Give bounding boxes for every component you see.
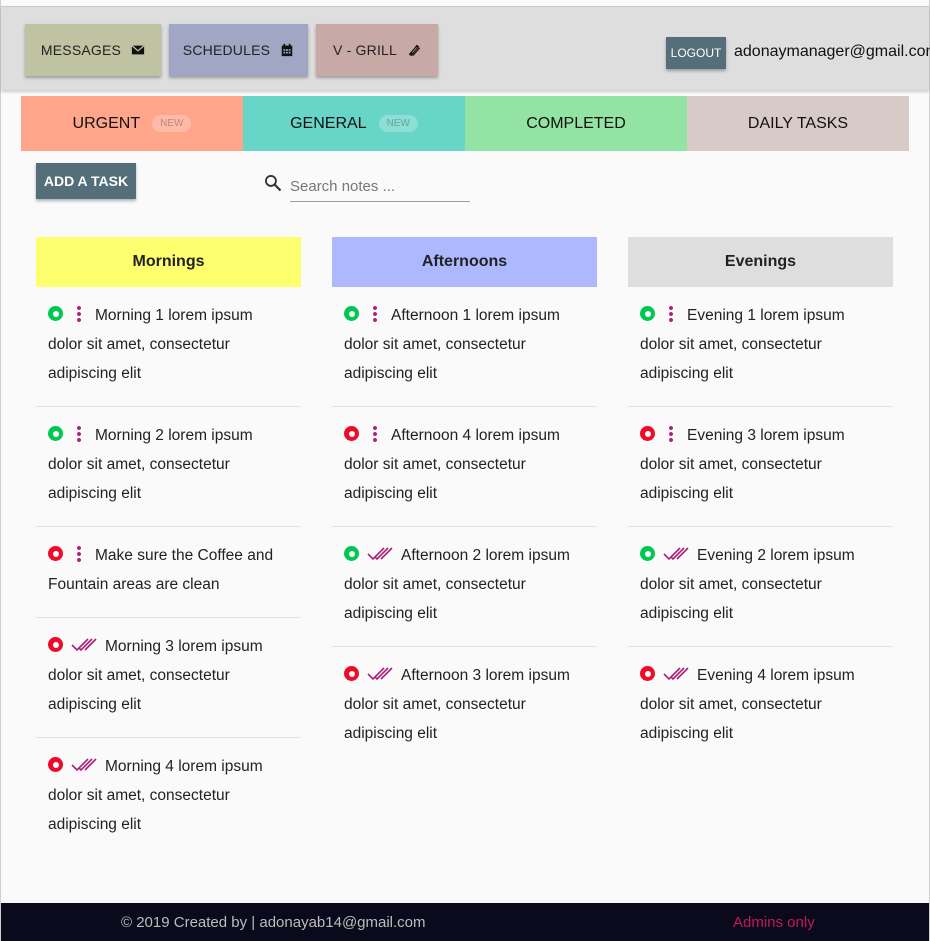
v-grill-button[interactable]: V - GRILL bbox=[316, 24, 438, 76]
more-vert-icon[interactable] bbox=[669, 424, 673, 443]
status-red-icon[interactable] bbox=[640, 426, 655, 442]
column-afternoons: Afternoons Afternoon 1 lorem ipsum dolor … bbox=[332, 237, 597, 766]
status-green-icon[interactable] bbox=[344, 546, 359, 562]
messages-button[interactable]: MESSAGES bbox=[25, 24, 161, 76]
done-all-icon bbox=[367, 667, 393, 681]
calendar-icon bbox=[281, 43, 293, 57]
tab-daily-tasks[interactable]: DAILY TASKS bbox=[687, 96, 909, 151]
task-item: Morning 4 lorem ipsum dolor sit amet, co… bbox=[36, 738, 301, 857]
column-header: Mornings bbox=[36, 237, 301, 287]
status-red-icon[interactable] bbox=[48, 637, 63, 653]
task-item: Morning 2 lorem ipsum dolor sit amet, co… bbox=[36, 407, 301, 527]
status-green-icon[interactable] bbox=[48, 426, 63, 442]
messages-button-label: MESSAGES bbox=[40, 42, 122, 58]
column-header: Afternoons bbox=[332, 237, 597, 287]
task-item: Afternoon 2 lorem ipsum dolor sit amet, … bbox=[332, 527, 597, 647]
task-item: Morning 1 lorem ipsum dolor sit amet, co… bbox=[36, 287, 301, 407]
done-all-icon bbox=[663, 547, 689, 561]
top-bar: MESSAGES SCHEDULES V - GRILL LOGOUT adon… bbox=[1, 6, 930, 90]
status-green-icon[interactable] bbox=[344, 306, 359, 322]
done-all-icon bbox=[71, 638, 97, 652]
search-icon bbox=[265, 175, 282, 192]
envelope-icon bbox=[131, 45, 145, 55]
more-vert-icon[interactable] bbox=[669, 304, 673, 323]
new-badge: NEW bbox=[378, 115, 418, 132]
new-badge: NEW bbox=[152, 115, 192, 132]
tab-daily-tasks-label: DAILY TASKS bbox=[747, 114, 849, 132]
more-vert-icon[interactable] bbox=[373, 304, 377, 323]
status-red-icon[interactable] bbox=[48, 546, 63, 562]
task-item: Evening 2 lorem ipsum dolor sit amet, co… bbox=[628, 527, 893, 647]
logout-button[interactable]: LOGOUT bbox=[666, 37, 726, 69]
schedules-button[interactable]: SCHEDULES bbox=[169, 24, 308, 76]
tab-general[interactable]: GENERAL NEW bbox=[243, 96, 465, 151]
status-red-icon[interactable] bbox=[640, 666, 655, 682]
column-mornings: Mornings Morning 1 lorem ipsum dolor sit … bbox=[36, 237, 301, 857]
task-item: Make sure the Coffee and Fountain areas … bbox=[36, 527, 301, 618]
more-vert-icon[interactable] bbox=[77, 304, 81, 323]
column-header: Evenings bbox=[628, 237, 893, 287]
status-green-icon[interactable] bbox=[640, 546, 655, 562]
task-item: Morning 3 lorem ipsum dolor sit amet, co… bbox=[36, 618, 301, 738]
status-red-icon[interactable] bbox=[344, 666, 359, 682]
category-tabs: URGENT NEW GENERAL NEW COMPLETED DAILY T… bbox=[21, 96, 909, 151]
task-text: Make sure the Coffee and Fountain areas … bbox=[48, 547, 274, 593]
schedules-button-label: SCHEDULES bbox=[182, 42, 271, 58]
task-item: Evening 3 lorem ipsum dolor sit amet, co… bbox=[628, 407, 893, 527]
status-green-icon[interactable] bbox=[640, 306, 655, 322]
user-email: adonaymanager@gmail.com bbox=[734, 43, 930, 60]
done-all-icon bbox=[663, 667, 689, 681]
add-task-button[interactable]: ADD A TASK bbox=[36, 163, 136, 199]
footer-copyright: © 2019 Created by | adonayab14@gmail.com bbox=[121, 914, 426, 931]
status-red-icon[interactable] bbox=[344, 426, 359, 442]
more-vert-icon[interactable] bbox=[77, 424, 81, 443]
done-all-icon bbox=[367, 547, 393, 561]
column-evenings: Evenings Evening 1 lorem ipsum dolor sit … bbox=[628, 237, 893, 766]
status-red-icon[interactable] bbox=[48, 757, 63, 773]
task-item: Afternoon 3 lorem ipsum dolor sit amet, … bbox=[332, 647, 597, 766]
tab-completed[interactable]: COMPLETED bbox=[465, 96, 687, 151]
done-all-icon bbox=[71, 758, 97, 772]
admins-only-link[interactable]: Admins only bbox=[733, 914, 815, 931]
search-input[interactable] bbox=[290, 172, 470, 202]
footer: © 2019 Created by | adonayab14@gmail.com… bbox=[1, 903, 929, 941]
tab-urgent[interactable]: URGENT NEW bbox=[21, 96, 243, 151]
more-vert-icon[interactable] bbox=[373, 424, 377, 443]
status-green-icon[interactable] bbox=[48, 306, 63, 322]
tab-urgent-label: URGENT bbox=[72, 114, 141, 132]
tab-general-label: GENERAL bbox=[290, 114, 367, 132]
task-item: Afternoon 1 lorem ipsum dolor sit amet, … bbox=[332, 287, 597, 407]
task-item: Evening 4 lorem ipsum dolor sit amet, co… bbox=[628, 647, 893, 766]
v-grill-button-label: V - GRILL bbox=[332, 42, 398, 58]
task-item: Evening 1 lorem ipsum dolor sit amet, co… bbox=[628, 287, 893, 407]
more-vert-icon[interactable] bbox=[77, 544, 81, 563]
task-item: Afternoon 4 lorem ipsum dolor sit amet, … bbox=[332, 407, 597, 527]
tab-completed-label: COMPLETED bbox=[526, 114, 626, 132]
fork-knife-icon bbox=[408, 44, 421, 57]
